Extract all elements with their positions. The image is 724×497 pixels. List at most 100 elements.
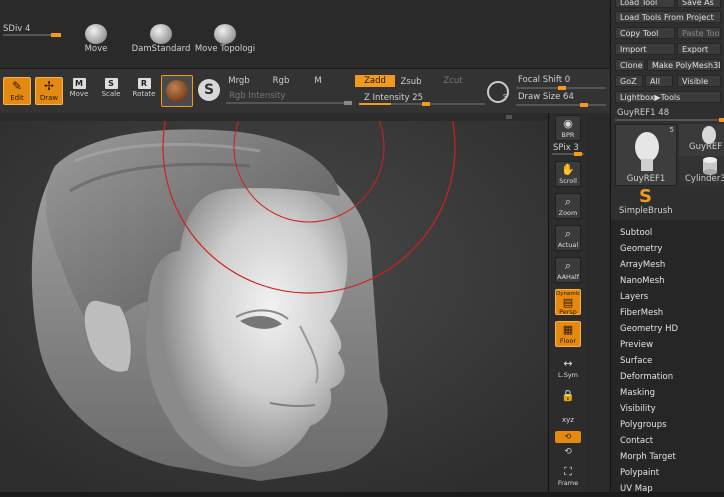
brush-move[interactable]: Move	[76, 24, 116, 54]
tool-thumb-simplebrush-label: SimpleBrush	[619, 206, 673, 216]
sdiv-slider-handle[interactable]	[51, 33, 61, 37]
goz-visible-button[interactable]: Visible	[677, 75, 721, 87]
subpalette-layers[interactable]: Layers	[611, 289, 724, 305]
tool-slider-handle[interactable]	[719, 118, 724, 122]
sdiv-slider[interactable]	[3, 33, 61, 37]
export-button[interactable]: Export	[677, 43, 721, 55]
frame-button[interactable]: ⛶ Frame	[555, 463, 581, 489]
right-shelf: ◉ BPR SPix 3 ✋ Scroll ⌕ Zoom ⌕ Actual ⌕ AAHal…	[548, 113, 587, 492]
mrgb-toggle[interactable]: Mrgb	[224, 75, 254, 87]
brush-damstandard-label: DamStandard	[131, 44, 191, 54]
load-tools-from-project-button[interactable]: Load Tools From Project	[615, 11, 721, 23]
subpalette-masking[interactable]: Masking	[611, 385, 724, 401]
subpalette-visibility[interactable]: Visibility	[611, 401, 724, 417]
goz-all-button[interactable]: All	[645, 75, 673, 87]
m-toggle[interactable]: M	[306, 75, 330, 87]
subpalette-uv-map[interactable]: UV Map	[611, 481, 724, 497]
subpalette-fibermesh[interactable]: FiberMesh	[611, 305, 724, 321]
tool-thumb-simplebrush[interactable]: S SimpleBrush	[615, 186, 677, 218]
edit-label: Edit	[10, 94, 24, 102]
zsub-toggle[interactable]: Zsub	[396, 76, 426, 88]
subpalette-geometry-hd[interactable]: Geometry HD	[611, 321, 724, 337]
draw-button[interactable]: ✢ Draw	[35, 77, 63, 105]
brush-move-topological[interactable]: Move Topologi	[193, 24, 257, 54]
draw-size-handle[interactable]	[580, 103, 588, 107]
import-button[interactable]: Import	[615, 43, 675, 55]
lock-icon: 🔒	[561, 389, 575, 402]
zadd-toggle[interactable]: Zadd	[355, 75, 395, 87]
xyz-button[interactable]: xyz	[555, 415, 581, 425]
subpalette-preview[interactable]: Preview	[611, 337, 724, 353]
y-rotate-toggle[interactable]: ⟲	[555, 447, 581, 457]
tool-slider[interactable]	[615, 118, 724, 122]
clone-button[interactable]: Clone	[615, 59, 645, 71]
zoom-button[interactable]: ⌕ Zoom	[555, 193, 581, 219]
lightbox-tools-button[interactable]: Lightbox▶Tools	[615, 91, 721, 103]
xyz-rotate-toggle[interactable]: ⟲	[555, 431, 581, 443]
rotate-label: Rotate	[132, 90, 156, 98]
subpalette-subtool[interactable]: Subtool	[611, 225, 724, 241]
rgb-intensity-slider[interactable]	[226, 101, 352, 105]
rgb-toggle[interactable]: Rgb	[266, 75, 296, 87]
material-button[interactable]	[161, 75, 193, 107]
move-label: Move	[69, 90, 89, 98]
rotate-button[interactable]: R Rotate	[129, 78, 159, 98]
bpr-icon: ◉	[563, 117, 573, 130]
rgb-intensity-handle[interactable]	[344, 101, 352, 105]
canvas-top-bar	[0, 113, 610, 121]
load-tool-button[interactable]: Load Tool	[615, 0, 675, 8]
top-shelf: ✎ Edit ✢ Draw M Move S Scale R Rotate S …	[0, 68, 610, 115]
subpalette-nanomesh[interactable]: NanoMesh	[611, 273, 724, 289]
z-intensity-slider[interactable]	[359, 102, 485, 106]
subpalette-polygroups[interactable]: Polygroups	[611, 417, 724, 433]
floor-button[interactable]: ▦ Floor	[555, 321, 581, 347]
texture-button[interactable]: S	[198, 79, 220, 101]
edit-button[interactable]: ✎ Edit	[3, 77, 31, 105]
subpalette-deformation[interactable]: Deformation	[611, 369, 724, 385]
rotate-axis-icon: ⟲	[564, 432, 572, 441]
aahalf-button[interactable]: ⌕ AAHalf	[555, 257, 581, 283]
tool-thumb-guyref[interactable]: GuyREF	[679, 124, 724, 156]
z-intensity-fill	[359, 103, 391, 105]
draw-size-label: Draw Size 64	[518, 92, 574, 102]
bpr-button[interactable]: ◉ BPR	[555, 115, 581, 141]
z-intensity-handle[interactable]	[422, 102, 430, 106]
document-canvas[interactable]	[0, 121, 548, 492]
spix-slider[interactable]	[552, 152, 584, 156]
sculpt-canvas[interactable]	[0, 121, 548, 492]
subpalette-polypaint[interactable]: Polypaint	[611, 465, 724, 481]
z-intensity-label: Z Intensity 25	[364, 93, 424, 103]
goz-button[interactable]: GoZ	[615, 75, 643, 87]
floor-icon: ▦	[562, 323, 574, 336]
subpalette-arraymesh[interactable]: ArrayMesh	[611, 257, 724, 273]
scroll-marker[interactable]	[506, 115, 512, 119]
actual-icon: ⌕	[564, 227, 572, 240]
paste-tool-button[interactable]: Paste Tool	[677, 27, 721, 39]
subpalette-geometry[interactable]: Geometry	[611, 241, 724, 257]
local-lock-button[interactable]: 🔒	[555, 387, 581, 413]
zcut-toggle[interactable]: Zcut	[438, 75, 468, 87]
save-as-button[interactable]: Save As	[677, 0, 721, 8]
copy-tool-button[interactable]: Copy Tool	[615, 27, 675, 39]
move-button[interactable]: M Move	[64, 78, 94, 98]
xyz-label: xyz	[562, 416, 574, 424]
focal-shift-label: Focal Shift 0	[518, 75, 571, 85]
lsym-button[interactable]: ↔ L.Sym	[555, 355, 581, 381]
subpalette-morph-target[interactable]: Morph Target	[611, 449, 724, 465]
focal-shift-slider[interactable]	[516, 86, 606, 90]
move-tool-icon: M	[72, 78, 86, 89]
brush-damstandard[interactable]: DamStandard	[130, 24, 192, 54]
lazymouse-button[interactable]: S	[487, 81, 509, 103]
persp-button[interactable]: Dynamic ▤ Persp	[555, 289, 581, 316]
scroll-button[interactable]: ✋ Scroll	[555, 161, 581, 187]
tool-thumb-cylinder3[interactable]: Cylinder3	[679, 156, 724, 186]
draw-size-slider[interactable]	[516, 103, 606, 107]
spix-handle[interactable]	[574, 152, 582, 156]
scale-button[interactable]: S Scale	[96, 78, 126, 98]
focal-shift-handle[interactable]	[558, 86, 566, 90]
tool-thumb-guyref1[interactable]: 5 GuyREF1	[615, 124, 677, 186]
make-polymesh3d-button[interactable]: Make PolyMesh3D	[647, 59, 721, 71]
subpalette-contact[interactable]: Contact	[611, 433, 724, 449]
actual-button[interactable]: ⌕ Actual	[555, 225, 581, 251]
subpalette-surface[interactable]: Surface	[611, 353, 724, 369]
